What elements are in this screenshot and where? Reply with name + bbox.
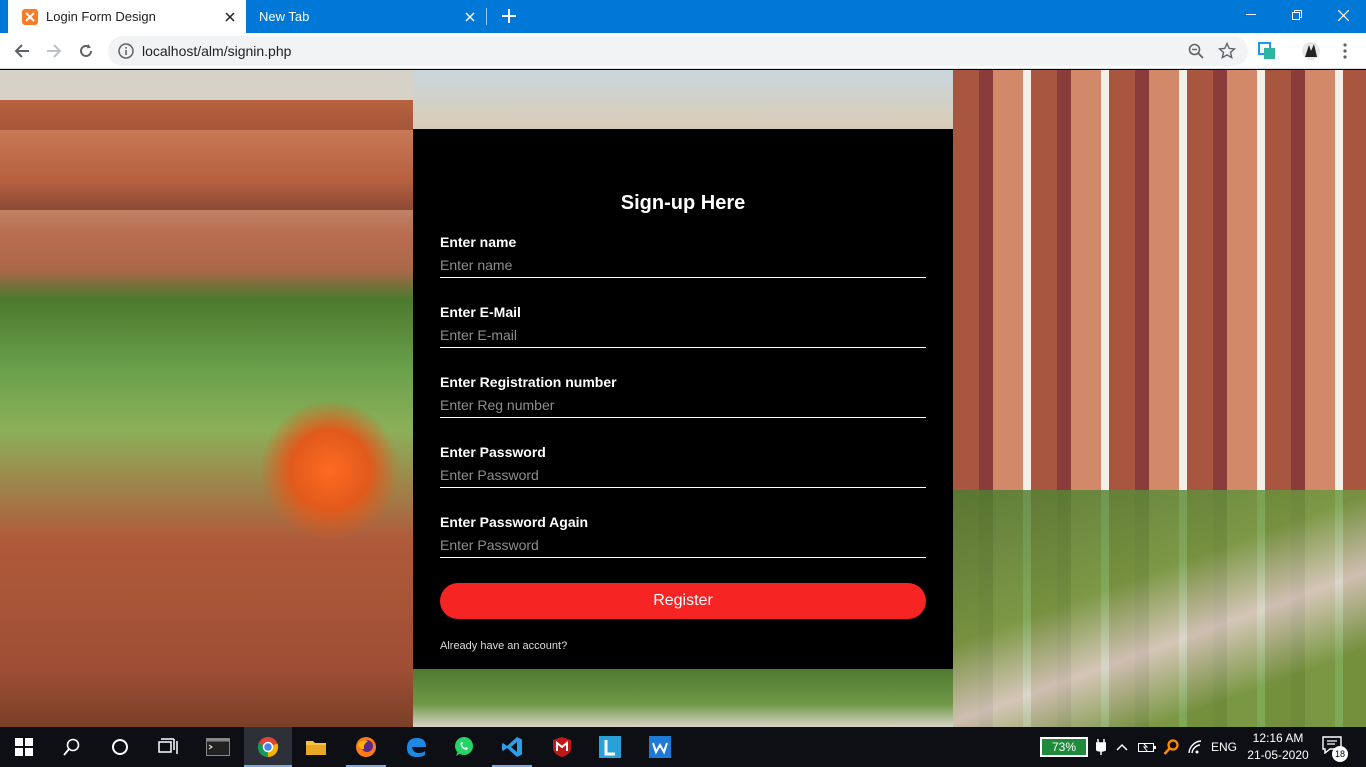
minimize-icon[interactable] bbox=[1228, 0, 1274, 30]
clock-date: 21-05-2020 bbox=[1247, 748, 1309, 762]
search-icon[interactable] bbox=[48, 727, 96, 767]
back-arrow-icon[interactable] bbox=[8, 37, 36, 65]
wifi-icon[interactable] bbox=[1184, 727, 1208, 767]
tab-title: New Tab bbox=[259, 9, 310, 24]
tab-new-tab[interactable]: New Tab bbox=[246, 0, 486, 33]
file-explorer-icon[interactable] bbox=[292, 727, 340, 767]
search-app-tray-icon[interactable] bbox=[1160, 727, 1182, 767]
name-input[interactable] bbox=[440, 252, 926, 278]
windows-start-icon[interactable] bbox=[0, 727, 48, 767]
l-app-icon[interactable] bbox=[586, 727, 634, 767]
signup-form: Sign-up Here Enter name Enter E-Mail Ent… bbox=[413, 129, 953, 669]
background-campus-image-right bbox=[953, 70, 1366, 727]
task-view-icon[interactable] bbox=[144, 727, 192, 767]
windows-taskbar: 73% ENG 12:16 AM 21-05-2020 18 bbox=[0, 727, 1366, 767]
address-bar[interactable]: localhost/alm/signin.php bbox=[108, 36, 1248, 66]
firefox-icon[interactable] bbox=[342, 727, 390, 767]
browser-toolbar: localhost/alm/signin.php bbox=[0, 33, 1366, 69]
action-center-icon[interactable]: 18 bbox=[1322, 736, 1348, 762]
profile-avatar-icon[interactable] bbox=[1300, 40, 1322, 62]
tab-divider bbox=[486, 8, 487, 25]
tab-login-form-design[interactable]: Login Form Design bbox=[8, 0, 246, 33]
mcafee-icon[interactable] bbox=[538, 727, 586, 767]
close-window-icon[interactable] bbox=[1320, 0, 1366, 30]
vscode-icon[interactable] bbox=[488, 727, 536, 767]
password-input[interactable] bbox=[440, 462, 926, 488]
email-label: Enter E-Mail bbox=[440, 304, 521, 320]
zoom-icon[interactable] bbox=[1188, 43, 1204, 59]
page-content: Sign-up Here Enter name Enter E-Mail Ent… bbox=[0, 70, 1366, 727]
form-title: Sign-up Here bbox=[620, 192, 746, 214]
registration-number-field: Enter Registration number bbox=[440, 374, 926, 430]
registration-number-label: Enter Registration number bbox=[440, 374, 617, 390]
notification-count-badge: 18 bbox=[1332, 746, 1348, 762]
chrome-taskbar-icon[interactable] bbox=[244, 727, 292, 767]
writer-app-icon[interactable] bbox=[636, 727, 684, 767]
name-label: Enter name bbox=[440, 234, 517, 250]
background-campus-image-bottom bbox=[413, 669, 953, 727]
password-field: Enter Password bbox=[440, 444, 926, 500]
name-field: Enter name bbox=[440, 234, 926, 290]
chevron-up-icon[interactable] bbox=[1112, 727, 1132, 767]
edge-icon[interactable] bbox=[392, 727, 440, 767]
email-field: Enter E-Mail bbox=[440, 304, 926, 360]
password-label: Enter Password bbox=[440, 444, 546, 460]
background-campus-image-left bbox=[0, 70, 413, 727]
tab-title: Login Form Design bbox=[46, 9, 156, 24]
cortana-icon[interactable] bbox=[96, 727, 144, 767]
menu-kebab-icon[interactable] bbox=[1334, 40, 1356, 62]
language-indicator[interactable]: ENG bbox=[1208, 727, 1240, 767]
tab-close-icon[interactable] bbox=[462, 9, 478, 25]
already-have-account-link[interactable]: Already have an account? bbox=[440, 640, 567, 652]
bookmark-star-icon[interactable] bbox=[1217, 41, 1237, 60]
info-icon[interactable] bbox=[118, 43, 134, 59]
password-again-label: Enter Password Again bbox=[440, 514, 589, 530]
xampp-favicon-icon bbox=[22, 8, 38, 25]
forward-arrow-icon[interactable] bbox=[40, 37, 68, 65]
register-button[interactable]: Register bbox=[440, 583, 926, 619]
email-input[interactable] bbox=[440, 322, 926, 348]
reload-icon[interactable] bbox=[72, 37, 100, 65]
new-tab-plus-icon[interactable] bbox=[498, 5, 520, 27]
power-plug-icon[interactable] bbox=[1092, 727, 1110, 767]
extension-icon[interactable] bbox=[1256, 40, 1278, 62]
password-again-input[interactable] bbox=[440, 532, 926, 558]
browser-tab-strip: Login Form Design New Tab bbox=[0, 0, 1366, 33]
clock-time: 12:16 AM bbox=[1252, 731, 1304, 745]
tab-close-icon[interactable] bbox=[222, 9, 238, 25]
url-text: localhost/alm/signin.php bbox=[142, 43, 292, 59]
battery-indicator[interactable]: 73% bbox=[1040, 737, 1088, 757]
registration-number-input[interactable] bbox=[440, 392, 926, 418]
restore-icon[interactable] bbox=[1274, 0, 1320, 30]
whatsapp-icon[interactable] bbox=[440, 727, 488, 767]
battery-tray-icon[interactable] bbox=[1136, 727, 1158, 767]
taskbar-clock[interactable]: 12:16 AM 21-05-2020 bbox=[1244, 730, 1312, 764]
password-again-field: Enter Password Again bbox=[440, 514, 926, 570]
terminal-app-icon[interactable] bbox=[194, 727, 242, 767]
